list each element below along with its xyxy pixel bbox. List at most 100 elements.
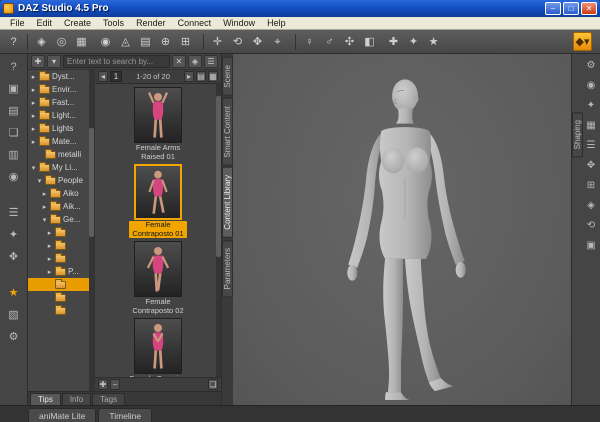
expander-icon[interactable]: ▸ bbox=[30, 99, 37, 107]
pose-thumbnail-image[interactable] bbox=[134, 241, 182, 297]
pose-thumbnail[interactable]: Female Covering bbox=[129, 318, 187, 377]
minimize-button[interactable]: – bbox=[545, 2, 561, 15]
null-node-icon[interactable]: ⊕ bbox=[156, 32, 175, 51]
context-help-icon[interactable]: ? bbox=[4, 32, 23, 51]
tree-item[interactable]: ▾ Ge... bbox=[28, 213, 94, 226]
tab-animate-lite[interactable]: aniMate Lite bbox=[28, 408, 97, 422]
save-icon[interactable]: ❏ bbox=[4, 124, 24, 143]
expander-icon[interactable]: ▸ bbox=[30, 138, 37, 146]
expander-icon[interactable]: ▸ bbox=[41, 203, 48, 211]
camera-icon[interactable]: ◎ bbox=[52, 32, 71, 51]
tree-item[interactable]: ▾ My Li... bbox=[28, 161, 94, 174]
menu-window[interactable]: Window bbox=[217, 17, 261, 29]
expander-icon[interactable]: ▸ bbox=[46, 255, 53, 263]
title-bar[interactable]: DAZ Studio 4.5 Pro – □ ✕ bbox=[0, 0, 600, 17]
expander-icon[interactable]: ▸ bbox=[46, 268, 53, 276]
female-figure-icon[interactable]: ♀ bbox=[300, 32, 319, 51]
puppeteer-icon[interactable]: ✦ bbox=[404, 32, 423, 51]
tree-item[interactable]: ▸ Fast... bbox=[28, 96, 94, 109]
tree-item[interactable]: ▸ Light... bbox=[28, 109, 94, 122]
pose-thumbnail-image[interactable] bbox=[134, 318, 182, 374]
node-tool-icon[interactable]: ◈ bbox=[32, 32, 51, 51]
tree-item[interactable] bbox=[28, 304, 94, 317]
prev-page-icon[interactable]: ◂ bbox=[98, 71, 108, 82]
store-dropdown-icon[interactable]: ◆▾ bbox=[573, 32, 592, 51]
tab-info[interactable]: Info bbox=[61, 393, 92, 405]
add-item-icon[interactable]: ✚ bbox=[98, 379, 108, 390]
pose-thumbnail-image[interactable] bbox=[134, 87, 182, 143]
tree-item[interactable]: ▸ Aiko bbox=[28, 187, 94, 200]
tree-item[interactable]: ▸ Envir... bbox=[28, 83, 94, 96]
rotate-tool-icon[interactable]: ⟲ bbox=[228, 32, 247, 51]
library-icon[interactable]: ▤ bbox=[4, 102, 24, 121]
thumbnail-scrollbar[interactable] bbox=[216, 84, 221, 377]
tab-tags[interactable]: Tags bbox=[92, 393, 126, 405]
store-icon[interactable]: ▣ bbox=[4, 80, 24, 99]
clear-search-icon[interactable]: ✕ bbox=[172, 55, 186, 68]
menu-render[interactable]: Render bbox=[130, 17, 172, 29]
expander-icon[interactable]: ▸ bbox=[30, 125, 37, 133]
tree-item[interactable]: ▾ People bbox=[28, 174, 94, 187]
scene-list-icon[interactable]: ☰ bbox=[583, 138, 600, 154]
tab-shaping[interactable]: Shaping bbox=[571, 112, 583, 158]
posing-icon[interactable]: ✥ bbox=[4, 248, 24, 267]
expander-icon[interactable]: ▾ bbox=[41, 216, 48, 224]
maximize-button[interactable]: □ bbox=[563, 2, 579, 15]
pose-thumbnail-image[interactable] bbox=[134, 164, 182, 220]
panel-menu-icon[interactable]: ☰ bbox=[204, 55, 218, 68]
expander-icon[interactable]: ▾ bbox=[30, 164, 37, 172]
favorites-star-icon[interactable]: ★ bbox=[4, 284, 24, 303]
tree-scrollbar[interactable] bbox=[89, 70, 94, 391]
translate-tool-icon[interactable]: ✛ bbox=[208, 32, 227, 51]
search-history-icon[interactable]: ▾ bbox=[47, 55, 61, 68]
cone-primitive-icon[interactable]: ◬ bbox=[116, 32, 135, 51]
expander-icon[interactable]: ▾ bbox=[36, 177, 43, 185]
group-node-icon[interactable]: ⊞ bbox=[176, 32, 195, 51]
tab-scene[interactable]: Scene bbox=[222, 57, 233, 96]
export-icon[interactable]: ▥ bbox=[4, 146, 24, 165]
tree-item-selected[interactable] bbox=[28, 278, 94, 291]
parameters-icon[interactable]: ⊞ bbox=[583, 178, 600, 194]
tree-item[interactable]: ▸ bbox=[28, 252, 94, 265]
close-button[interactable]: ✕ bbox=[581, 2, 597, 15]
tab-parameters[interactable]: Parameters bbox=[222, 239, 233, 298]
content-folder-icon[interactable]: ▧ bbox=[4, 306, 24, 325]
expander-icon[interactable]: ▸ bbox=[41, 190, 48, 198]
tab-content-library[interactable]: Content Library bbox=[222, 167, 233, 238]
surfaces-icon[interactable]: ▦ bbox=[583, 118, 600, 134]
add-folder-icon[interactable]: ✚ bbox=[31, 55, 45, 68]
render-settings-icon[interactable]: ◉ bbox=[4, 168, 24, 187]
expander-icon[interactable]: ▸ bbox=[46, 242, 53, 250]
remove-item-icon[interactable]: − bbox=[110, 379, 120, 390]
tab-smart-content[interactable]: Smart Content bbox=[222, 97, 233, 166]
lights-icon[interactable]: ◈ bbox=[583, 198, 600, 214]
history-icon[interactable]: ⟲ bbox=[583, 218, 600, 234]
list-view-icon[interactable]: ▤ bbox=[196, 71, 206, 82]
menu-help[interactable]: Help bbox=[261, 17, 292, 29]
menu-file[interactable]: File bbox=[4, 17, 31, 29]
cameras-icon[interactable]: ▣ bbox=[583, 238, 600, 254]
settings-gear-icon[interactable]: ⚙ bbox=[583, 58, 600, 74]
tree-item[interactable]: ▸ bbox=[28, 239, 94, 252]
tab-timeline[interactable]: Timeline bbox=[98, 408, 153, 422]
settings-gear-icon[interactable]: ⚙ bbox=[4, 328, 24, 347]
tree-item[interactable]: ▸ Mate... bbox=[28, 135, 94, 148]
render-settings-icon[interactable]: ◉ bbox=[583, 78, 600, 94]
tree-item[interactable]: ▸ bbox=[28, 226, 94, 239]
render-icon[interactable]: ★ bbox=[424, 32, 443, 51]
expander-icon[interactable]: ▸ bbox=[30, 73, 37, 81]
scale-tool-icon[interactable]: ✥ bbox=[248, 32, 267, 51]
tree-item[interactable] bbox=[28, 291, 94, 304]
viewport-3d[interactable] bbox=[233, 54, 571, 405]
grid-view-icon[interactable]: ▦ bbox=[208, 71, 218, 82]
plane-primitive-icon[interactable]: ▤ bbox=[136, 32, 155, 51]
shaping-icon[interactable]: ✦ bbox=[583, 98, 600, 114]
new-page-icon[interactable]: ❏ bbox=[208, 379, 218, 390]
pose-thumbnail[interactable]: Female Contraposto 02 bbox=[129, 241, 187, 315]
pose-thumbnail-selected[interactable]: Female Contraposto 01 bbox=[129, 164, 187, 238]
pose-thumbnail[interactable]: Female Arms Raised 01 bbox=[129, 87, 187, 161]
expander-icon[interactable]: ▸ bbox=[30, 112, 37, 120]
menu-create[interactable]: Create bbox=[58, 17, 97, 29]
surface-tool-icon[interactable]: ◧ bbox=[360, 32, 379, 51]
frame-tool-icon[interactable]: ⌖ bbox=[268, 32, 287, 51]
